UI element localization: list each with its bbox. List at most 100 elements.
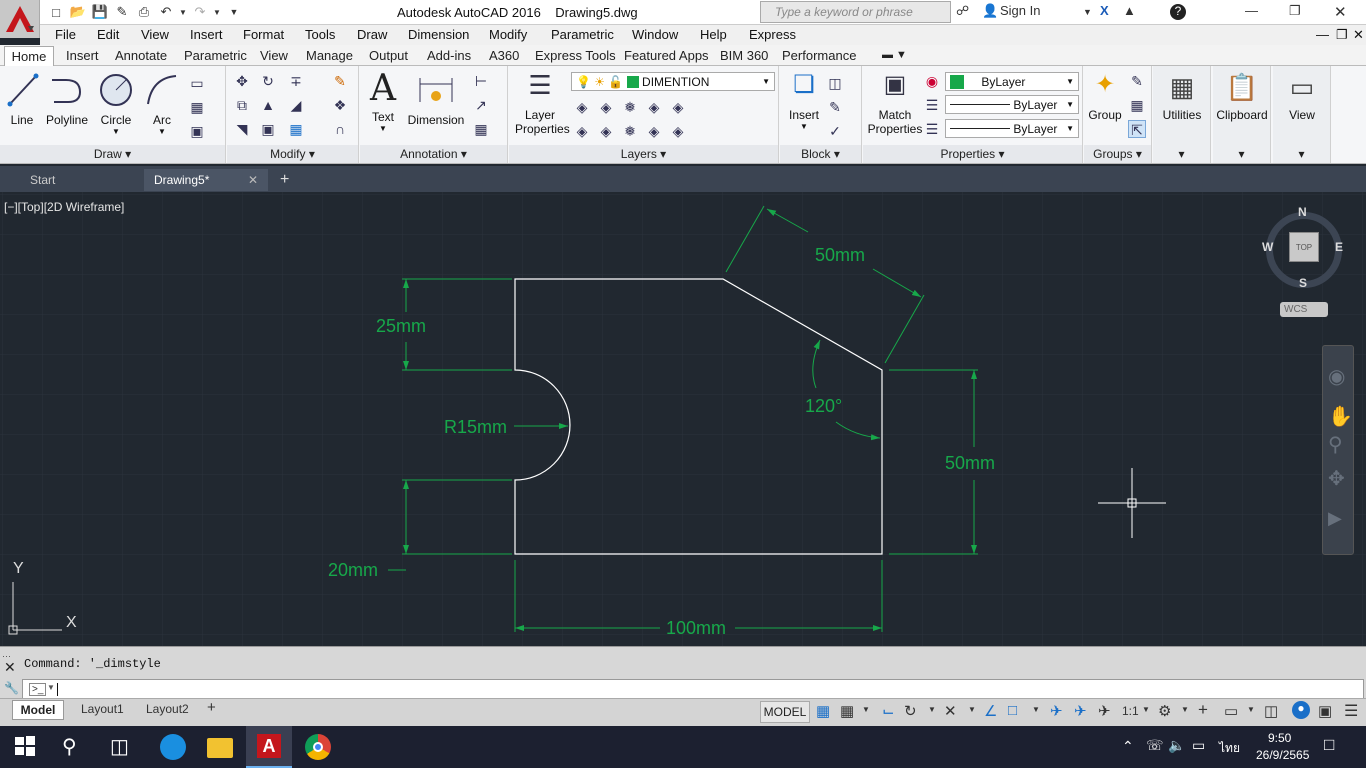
menu-view[interactable]: View <box>141 27 169 42</box>
tab-home[interactable]: Home <box>4 46 54 67</box>
meet-now-icon[interactable]: ☏ <box>1146 737 1164 754</box>
qat-customize-icon[interactable]: ▼ <box>224 3 244 21</box>
redo-dropdown-icon[interactable]: ▼ <box>212 3 222 21</box>
doc-minimize-icon[interactable]: — <box>1316 27 1329 42</box>
tab-a360[interactable]: A360 <box>489 48 519 63</box>
group-selection-icon[interactable]: ⇱ <box>1128 120 1146 138</box>
scale-dropdown-icon[interactable]: ▼ <box>1142 705 1150 714</box>
stay-connected-icon[interactable]: ▲ <box>1123 3 1136 18</box>
menu-edit[interactable]: Edit <box>97 27 119 42</box>
quick-properties-icon[interactable]: ◫ <box>1264 702 1278 720</box>
start-tab[interactable]: Start <box>20 169 144 191</box>
windows-start-icon[interactable] <box>14 734 40 760</box>
viewcube-north[interactable]: N <box>1298 205 1307 219</box>
tab-featured-apps[interactable]: Featured Apps <box>624 48 709 63</box>
rectangle-icon[interactable]: ▭ <box>188 74 206 92</box>
grid-display-icon[interactable]: ▦ <box>816 702 830 720</box>
lineweight-icon[interactable]: ☰ <box>923 96 941 114</box>
command-prompt-icon[interactable]: >_ <box>29 683 47 696</box>
insert-dropdown-icon[interactable]: ▼ <box>784 122 824 131</box>
tray-overflow-icon[interactable]: ⌃ <box>1122 738 1134 755</box>
block-attribute-icon[interactable]: ✓ <box>826 122 844 140</box>
layer-copy-icon[interactable]: ◈ <box>597 122 615 140</box>
viewcube-south[interactable]: S <box>1299 276 1307 290</box>
explode-icon[interactable]: ❖ <box>331 96 349 114</box>
user-icon[interactable]: 👤 <box>982 3 998 19</box>
text-dropdown-icon[interactable]: ▼ <box>366 124 400 133</box>
tab-express-tools[interactable]: Express Tools <box>535 48 616 63</box>
minimize-window-icon[interactable]: — <box>1245 3 1258 18</box>
viewport-controls[interactable]: [−][Top][2D Wireframe] <box>4 200 124 214</box>
units-dropdown-icon[interactable]: ▼ <box>1247 705 1255 714</box>
polar-dropdown-icon[interactable]: ▼ <box>928 705 936 714</box>
snap-dropdown-icon[interactable]: ▼ <box>862 705 870 714</box>
move-icon[interactable]: ✥ <box>233 72 251 90</box>
arc-button[interactable]: Arc ▼ <box>142 70 182 136</box>
layer-walk-icon[interactable]: ◈ <box>669 122 687 140</box>
restore-window-icon[interactable]: ❐ <box>1289 3 1301 19</box>
dim-text-100mm[interactable]: 100mm <box>666 618 726 639</box>
clock-date[interactable]: 26/9/2565 <box>1256 748 1309 762</box>
clipboard-expand-icon[interactable]: ▾ <box>1213 145 1270 163</box>
close-window-icon[interactable]: ✕ <box>1334 3 1347 21</box>
tab-annotate[interactable]: Annotate <box>115 48 167 63</box>
lineweight-dropdown[interactable]: ByLayer ▼ <box>945 95 1079 114</box>
linetype-dropdown[interactable]: ByLayer ▼ <box>945 119 1079 138</box>
task-view-icon[interactable]: ◫ <box>110 734 136 760</box>
dim-text-20mm[interactable]: 20mm <box>328 560 378 581</box>
edit-block-icon[interactable]: ✎ <box>826 98 844 116</box>
annotation-monitor-icon[interactable]: + <box>1198 700 1208 720</box>
workspace-dropdown-icon[interactable]: ▼ <box>1181 705 1189 714</box>
sign-in-link[interactable]: Sign In <box>1000 3 1040 18</box>
text-button[interactable]: A Text ▼ <box>366 68 400 133</box>
scale-icon[interactable]: ▣ <box>259 120 277 138</box>
file-explorer-icon[interactable] <box>207 738 233 758</box>
close-tab-icon[interactable]: ✕ <box>248 173 258 187</box>
edge-browser-icon[interactable] <box>160 734 186 760</box>
copy-icon[interactable]: ⧉ <box>233 96 251 114</box>
panel-block-title[interactable]: Block ▾ <box>780 145 861 163</box>
group-edit-icon[interactable]: ▦ <box>1128 96 1146 114</box>
command-customize-icon[interactable]: 🔧 <box>4 681 19 695</box>
group-button[interactable]: ✦ Group <box>1086 70 1124 122</box>
panel-layers-title[interactable]: Layers ▾ <box>509 145 778 163</box>
chrome-browser-icon[interactable] <box>305 734 331 760</box>
tab-performance[interactable]: Performance <box>782 48 856 63</box>
osnap-dropdown-icon[interactable]: ▼ <box>1032 705 1040 714</box>
exchange-apps-icon[interactable]: X <box>1100 3 1109 18</box>
mirror-icon[interactable]: ▲ <box>259 96 277 114</box>
leader-icon[interactable]: ↗ <box>472 96 490 114</box>
menu-express[interactable]: Express <box>749 27 796 42</box>
new-file-icon[interactable]: □ <box>46 3 66 21</box>
binoculars-icon[interactable]: ☍ <box>956 3 969 19</box>
undo-dropdown-icon[interactable]: ▼ <box>178 3 188 21</box>
line-button[interactable]: Line <box>4 70 40 127</box>
layer-off-icon[interactable]: ◈ <box>573 98 591 116</box>
erase-icon[interactable]: ✎ <box>331 72 349 90</box>
layer-properties-button[interactable]: ☰ Layer Properties <box>515 70 570 136</box>
dimension-button[interactable]: Dimension <box>406 70 466 127</box>
tab-addins[interactable]: Add-ins <box>427 48 471 63</box>
layout-tab-1[interactable]: Layout1 <box>81 702 124 716</box>
object-snap-tracking-icon[interactable]: ∠ <box>984 702 997 720</box>
layer-isolate-icon[interactable]: ◈ <box>597 98 615 116</box>
layer-unlock-all-icon[interactable]: ◈ <box>645 122 663 140</box>
panel-modify-title[interactable]: Modify ▾ <box>227 145 358 163</box>
layer-dropdown[interactable]: 💡 ☀ 🔓 DIMENTION ▼ <box>571 72 775 91</box>
tab-bim360[interactable]: BIM 360 <box>720 48 768 63</box>
trim-icon[interactable]: ∓ <box>287 72 305 90</box>
ortho-icon[interactable]: ⌙ <box>882 702 895 720</box>
doc-close-icon[interactable]: ✕ <box>1353 27 1364 43</box>
tab-insert[interactable]: Insert <box>66 48 99 63</box>
menu-dimension[interactable]: Dimension <box>408 27 469 42</box>
fullscreen-icon[interactable]: ▣ <box>1318 702 1332 720</box>
doc-restore-icon[interactable]: ❐ <box>1336 27 1348 43</box>
command-input[interactable]: >_ ▼ <box>22 679 1364 699</box>
tab-view[interactable]: View <box>260 48 288 63</box>
model-space-button[interactable]: MODEL <box>760 701 810 723</box>
layer-current-icon[interactable]: ◈ <box>573 122 591 140</box>
redo-icon[interactable]: ↷ <box>190 3 210 21</box>
dim-text-angle[interactable]: 120° <box>805 396 842 417</box>
wcs-menu[interactable]: WCS <box>1280 302 1328 317</box>
panel-groups-title[interactable]: Groups ▾ <box>1084 145 1151 163</box>
